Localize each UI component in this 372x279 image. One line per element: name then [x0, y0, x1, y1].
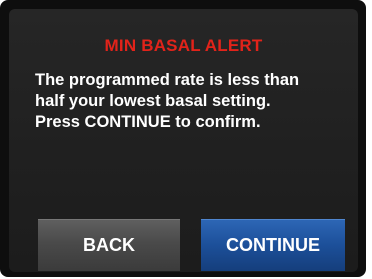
alert-screen: MIN BASAL ALERT The programmed rate is l… [9, 9, 358, 272]
pump-device-frame: MIN BASAL ALERT The programmed rate is l… [0, 0, 366, 277]
alert-message-line: The programmed rate is less than [35, 71, 300, 89]
continue-button[interactable]: CONTINUE [201, 219, 345, 271]
alert-message-line: Press CONTINUE to confirm. [35, 113, 261, 131]
alert-title: MIN BASAL ALERT [104, 36, 263, 55]
alert-message: The programmed rate is less than half yo… [35, 70, 347, 133]
alert-message-line: half your lowest basal setting. [35, 92, 271, 110]
back-button[interactable]: BACK [38, 219, 180, 271]
